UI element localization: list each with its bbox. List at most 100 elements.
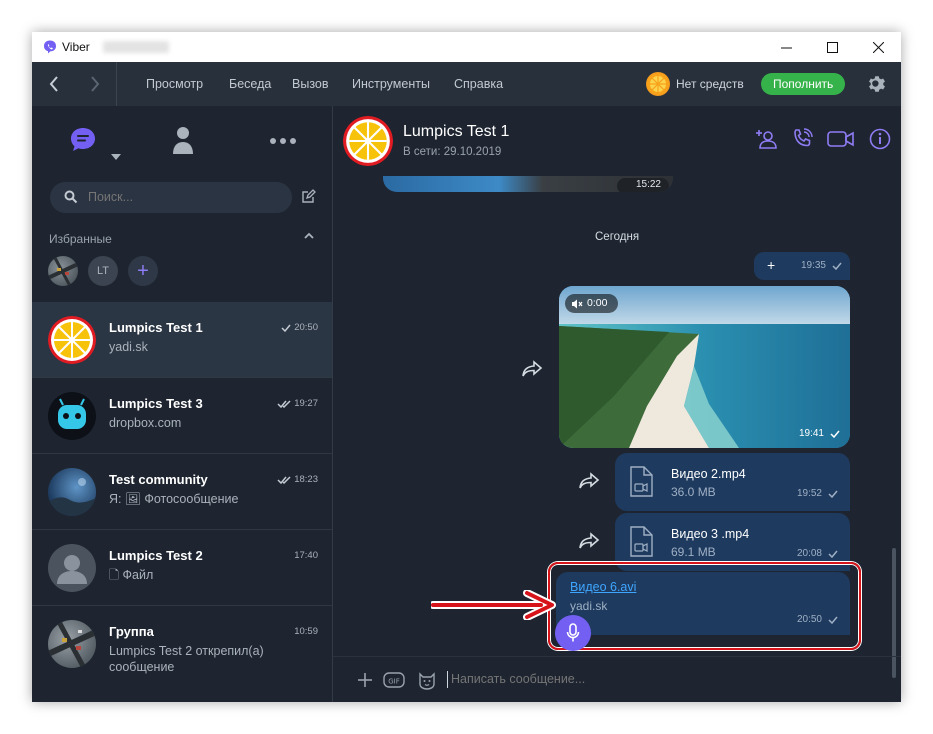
chat-item-lumpics-test-1[interactable]: Lumpics Test 1 yadi.sk 20:50 xyxy=(32,302,332,378)
menu-view[interactable]: Просмотр xyxy=(146,77,203,91)
date-separator: Сегодня xyxy=(595,231,640,243)
link-title[interactable]: Видео 6.avi xyxy=(570,580,636,594)
add-favorite-button[interactable]: + xyxy=(128,256,158,286)
message-plus[interactable]: + 19:35 xyxy=(754,252,850,280)
message-time-text: 20:50 xyxy=(796,614,822,625)
balance-avatar xyxy=(646,72,670,96)
chats-tab-icon[interactable] xyxy=(69,126,97,154)
contact-avatar[interactable] xyxy=(343,116,393,166)
back-button[interactable] xyxy=(35,62,73,106)
message-time-text: 19:52 xyxy=(796,488,822,499)
compose-icon[interactable] xyxy=(300,189,316,205)
forward-icon[interactable] xyxy=(578,472,600,490)
more-icon[interactable] xyxy=(270,138,296,144)
chat-item-test-community[interactable]: Test community Я: 🖼 Фотосообщение 18:23 xyxy=(32,454,332,530)
file-name: Видео 2.mp4 xyxy=(671,467,746,481)
favorites-list: LT + xyxy=(48,256,158,286)
contacts-tab-icon[interactable] xyxy=(172,126,194,156)
chevron-right-icon xyxy=(91,76,100,92)
menu-call[interactable]: Вызов xyxy=(292,77,329,91)
viber-window: Viber Просмотр Беседа Вызов Инструменты … xyxy=(32,32,901,702)
chat-name: Test community xyxy=(109,472,208,487)
caret-down-icon[interactable] xyxy=(111,154,121,160)
forward-icon[interactable] xyxy=(521,360,543,378)
forward-button[interactable] xyxy=(76,62,114,106)
menu-tools[interactable]: Инструменты xyxy=(352,77,430,91)
topup-button[interactable]: Пополнить xyxy=(761,73,846,95)
contact-name[interactable]: Lumpics Test 1 xyxy=(403,123,509,141)
chat-name: Lumpics Test 2 xyxy=(109,548,203,563)
favorite-avatar-city[interactable] xyxy=(48,256,78,286)
plus-icon[interactable] xyxy=(357,672,373,688)
chat-preview: 🗋 Файл xyxy=(109,568,154,582)
menu-conversation[interactable]: Беседа xyxy=(229,77,271,91)
menu-help[interactable]: Справка xyxy=(454,77,503,91)
file-size: 36.0 MB xyxy=(671,485,716,499)
info-icon[interactable] xyxy=(869,128,891,150)
chat-item-lumpics-test-2[interactable]: Lumpics Test 2 🗋 Файл 17:40 xyxy=(32,530,332,606)
message-time-text: 19:35 xyxy=(800,260,826,271)
favorite-avatar-lt[interactable]: LT xyxy=(88,256,118,286)
gif-icon[interactable]: GIF xyxy=(383,671,405,689)
chat-item-lumpics-test-3[interactable]: Lumpics Test 3 dropbox.com 19:27 xyxy=(32,378,332,454)
landscape-avatar-icon xyxy=(48,478,96,516)
voice-message-button[interactable] xyxy=(555,615,591,651)
conversation-panel: Lumpics Test 1 В сети: 29.10.2019 15:22 … xyxy=(333,106,901,702)
video-call-icon[interactable] xyxy=(827,128,855,150)
menu-separator xyxy=(116,62,117,106)
message-time: 19:52 xyxy=(797,488,838,499)
message-time: 20:08 xyxy=(797,548,838,559)
previous-media-time: 15:22 xyxy=(635,179,661,190)
search-icon xyxy=(64,190,78,204)
forward-icon[interactable] xyxy=(578,532,600,550)
chevron-up-icon[interactable] xyxy=(304,232,314,240)
gear-icon[interactable] xyxy=(866,73,888,95)
chat-name: Lumpics Test 1 xyxy=(109,320,203,335)
message-time-text: 20:08 xyxy=(796,548,822,559)
sticker-icon[interactable] xyxy=(417,670,437,690)
chat-time-text: 19:27 xyxy=(294,398,318,409)
chat-time: 20:50 xyxy=(281,322,318,333)
add-participant-icon[interactable] xyxy=(755,128,777,150)
message-time: 20:50 xyxy=(797,614,838,625)
video-message[interactable]: 0:00 19:41 xyxy=(559,286,850,448)
chat-time-text: 17:40 xyxy=(294,550,318,561)
maximize-button[interactable] xyxy=(809,32,855,62)
orange-icon xyxy=(647,73,669,95)
lemon-avatar-icon xyxy=(48,316,96,364)
avatar xyxy=(48,316,96,364)
message-composer: GIF xyxy=(333,656,901,702)
chat-time: 19:27 xyxy=(277,398,318,409)
balance-text: Нет средств xyxy=(676,77,744,91)
contact-status: В сети: 29.10.2019 xyxy=(403,146,502,158)
mute-icon[interactable] xyxy=(571,299,583,309)
conversation-header: Lumpics Test 1 В сети: 29.10.2019 xyxy=(333,106,901,176)
previous-media-message[interactable]: 15:22 xyxy=(383,176,673,192)
check-icon xyxy=(828,490,838,498)
avatar xyxy=(48,468,96,516)
double-check-icon xyxy=(277,475,291,484)
message-time-text: 19:41 xyxy=(798,428,824,439)
file-message-1[interactable]: Видео 2.mp4 36.0 MB 19:52 xyxy=(615,453,850,511)
file-size: 69.1 MB xyxy=(671,545,716,559)
phone-icon[interactable] xyxy=(791,128,813,150)
minimize-button[interactable] xyxy=(763,32,809,62)
app-title: Viber xyxy=(62,40,90,54)
link-message[interactable]: Видео 6.avi yadi.sk 20:50 xyxy=(556,572,850,635)
chat-time-text: 20:50 xyxy=(294,322,318,333)
check-icon xyxy=(830,430,840,438)
chat-name: Группа xyxy=(109,624,154,639)
message-input[interactable] xyxy=(451,672,831,686)
lemon-avatar-icon xyxy=(343,116,393,166)
search-box[interactable] xyxy=(50,182,292,213)
link-domain: yadi.sk xyxy=(570,599,608,613)
chat-preview: Lumpics Test 2 открепил(а) сообщение xyxy=(109,644,264,674)
chat-item-group[interactable]: Группа Lumpics Test 2 открепил(а) сообще… xyxy=(32,606,332,681)
search-input[interactable] xyxy=(88,190,278,204)
close-button[interactable] xyxy=(855,32,901,62)
sidebar-tabs xyxy=(32,106,332,184)
balance-indicator[interactable]: Нет средств xyxy=(646,72,744,96)
video-file-icon xyxy=(630,466,653,497)
message-time: 19:35 xyxy=(801,260,842,271)
header-actions xyxy=(755,128,891,150)
